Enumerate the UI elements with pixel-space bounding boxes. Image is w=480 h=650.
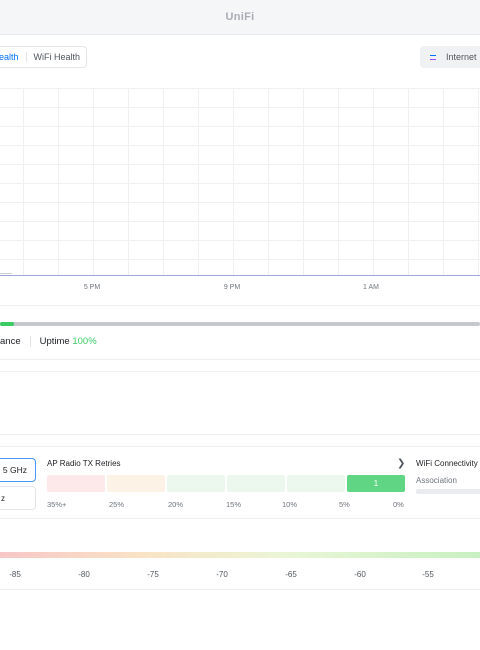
ap-radio-tx-retries-title: AP Radio TX Retries	[47, 459, 121, 468]
tab-health[interactable]: ealth	[0, 52, 27, 62]
chevron-right-icon[interactable]: ❯	[397, 458, 405, 469]
signal-tick-label: -80	[78, 570, 90, 579]
divider	[0, 518, 480, 519]
retry-cell	[287, 475, 345, 492]
legend-icon	[430, 54, 436, 60]
association-bar	[416, 489, 480, 494]
uptime-value: 100%	[72, 336, 97, 347]
retry-cell: 1	[347, 475, 405, 492]
separator	[29, 336, 31, 347]
x-tick-label: 9 PM	[223, 284, 241, 291]
signal-tick-label: -85	[9, 570, 21, 579]
divider	[0, 434, 480, 435]
signal-tick-label: -75	[147, 570, 159, 579]
retry-label: 35%+	[47, 500, 67, 509]
signal-strength-scale	[0, 552, 480, 558]
retry-cell	[167, 475, 225, 492]
x-tick-label: 5 PM	[83, 284, 101, 291]
divider	[0, 305, 480, 306]
divider	[0, 359, 480, 360]
status-line: ance Uptime 100%	[0, 336, 97, 347]
band-5ghz-button[interactable]: 5 GHz	[0, 458, 36, 482]
unifi-logo: UniFi	[225, 11, 255, 23]
retry-label: 0%	[393, 500, 404, 509]
internet-button[interactable]: Internet	[420, 46, 480, 68]
progress-fill	[0, 322, 15, 326]
divider	[0, 589, 480, 590]
chart-grid	[0, 88, 480, 276]
retry-label: 15%	[226, 500, 242, 509]
divider	[0, 371, 480, 372]
performance-label: ance	[0, 336, 21, 347]
signal-tick-label: -60	[354, 570, 366, 579]
top-bar: UniFi	[0, 0, 480, 35]
retry-label: 20%	[168, 500, 184, 509]
health-chart	[0, 88, 480, 276]
x-tick-label: 1 AM	[363, 284, 379, 291]
signal-tick-label: -55	[422, 570, 434, 579]
signal-tick-label: -65	[285, 570, 297, 579]
signal-tick-label: -70	[216, 570, 228, 579]
tab-wifi-health[interactable]: WiFi Health	[27, 52, 81, 62]
retry-cell	[227, 475, 285, 492]
internet-label: Internet	[446, 52, 477, 62]
retry-cell	[107, 475, 165, 492]
uptime-label: Uptime	[39, 336, 70, 347]
band-other-button[interactable]: z	[0, 486, 36, 510]
health-tabs: ealth WiFi Health	[0, 46, 88, 68]
retry-label: 10%	[282, 500, 298, 509]
retry-label: 25%	[109, 500, 125, 509]
health-progress-bar	[0, 322, 480, 326]
retry-label: 5%	[339, 500, 350, 509]
retry-cell	[47, 475, 105, 492]
wifi-connectivity-title: WiFi Connectivity	[416, 459, 478, 468]
association-label: Association	[416, 476, 457, 485]
divider	[0, 446, 480, 447]
